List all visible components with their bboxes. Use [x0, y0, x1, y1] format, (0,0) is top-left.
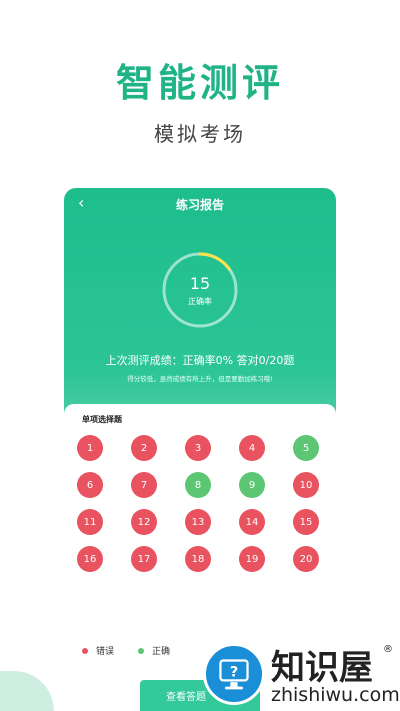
question-8-button[interactable]: 8	[185, 472, 211, 498]
hero-title: 智能测评	[115, 61, 284, 105]
svg-text:?: ?	[230, 665, 238, 681]
hero-subtitle: 模拟考场	[154, 122, 246, 146]
question-6-button[interactable]: 6	[77, 472, 103, 498]
right-dot-icon	[138, 647, 145, 654]
legend-wrong-label: 错误	[96, 647, 115, 657]
last-score-summary: 上次测评成绩：正确率0% 答对0/20题	[105, 354, 295, 367]
accuracy-label: 正确率	[188, 297, 212, 306]
report-title: 练习报告	[175, 198, 224, 212]
watermark-name: 知识屋	[271, 648, 373, 688]
question-14-button[interactable]: 14	[239, 509, 265, 535]
decorative-blob	[0, 671, 54, 711]
legend-wrong: 错误	[82, 644, 114, 657]
legend: 错误 正确	[82, 644, 170, 657]
question-4-button[interactable]: 4	[239, 435, 265, 461]
question-13-button[interactable]: 13	[185, 509, 211, 535]
question-15-button[interactable]: 15	[293, 509, 319, 535]
question-19-button[interactable]: 19	[239, 546, 265, 572]
legend-right: 正确	[138, 644, 170, 657]
accuracy-value: 15	[189, 274, 211, 293]
question-10-button[interactable]: 10	[293, 472, 319, 498]
question-9-button[interactable]: 9	[239, 472, 265, 498]
phone-mockup: ‹ 练习报告 15 正确率 上次测评成绩：正确率0% 答对0/20题 得分较低，…	[64, 188, 336, 711]
question-grid: 1 2 3 4 5 6 7 8 9 10 11 12 13 14 15 16 17 18 19 20	[77, 435, 323, 572]
question-7-button[interactable]: 7	[131, 472, 157, 498]
question-5-button[interactable]: 5	[293, 435, 319, 461]
encouragement-tip: 得分较低，虽然成绩有所上升，但是要勤加练习哦!	[127, 375, 273, 383]
question-3-button[interactable]: 3	[185, 435, 211, 461]
phone-header: ‹ 练习报告	[64, 188, 336, 220]
question-17-button[interactable]: 17	[131, 546, 157, 572]
question-1-button[interactable]: 1	[77, 435, 103, 461]
question-11-button[interactable]: 11	[77, 509, 103, 535]
monitor-question-icon: ?	[203, 643, 265, 705]
legend-right-label: 正确	[152, 647, 171, 657]
registered-mark: ®	[383, 644, 393, 655]
watermark-domain: zhishiwu.com	[271, 684, 400, 706]
question-16-button[interactable]: 16	[77, 546, 103, 572]
question-20-button[interactable]: 20	[293, 546, 319, 572]
question-18-button[interactable]: 18	[185, 546, 211, 572]
app-promo-screen: 智能测评 模拟考场 ‹ 练习报告 15 正确率 上次测评成绩：正确率0% 答对0…	[0, 0, 400, 711]
question-2-button[interactable]: 2	[131, 435, 157, 461]
section-title: 单项选择题	[82, 415, 122, 424]
question-12-button[interactable]: 12	[131, 509, 157, 535]
wrong-dot-icon	[82, 647, 88, 654]
